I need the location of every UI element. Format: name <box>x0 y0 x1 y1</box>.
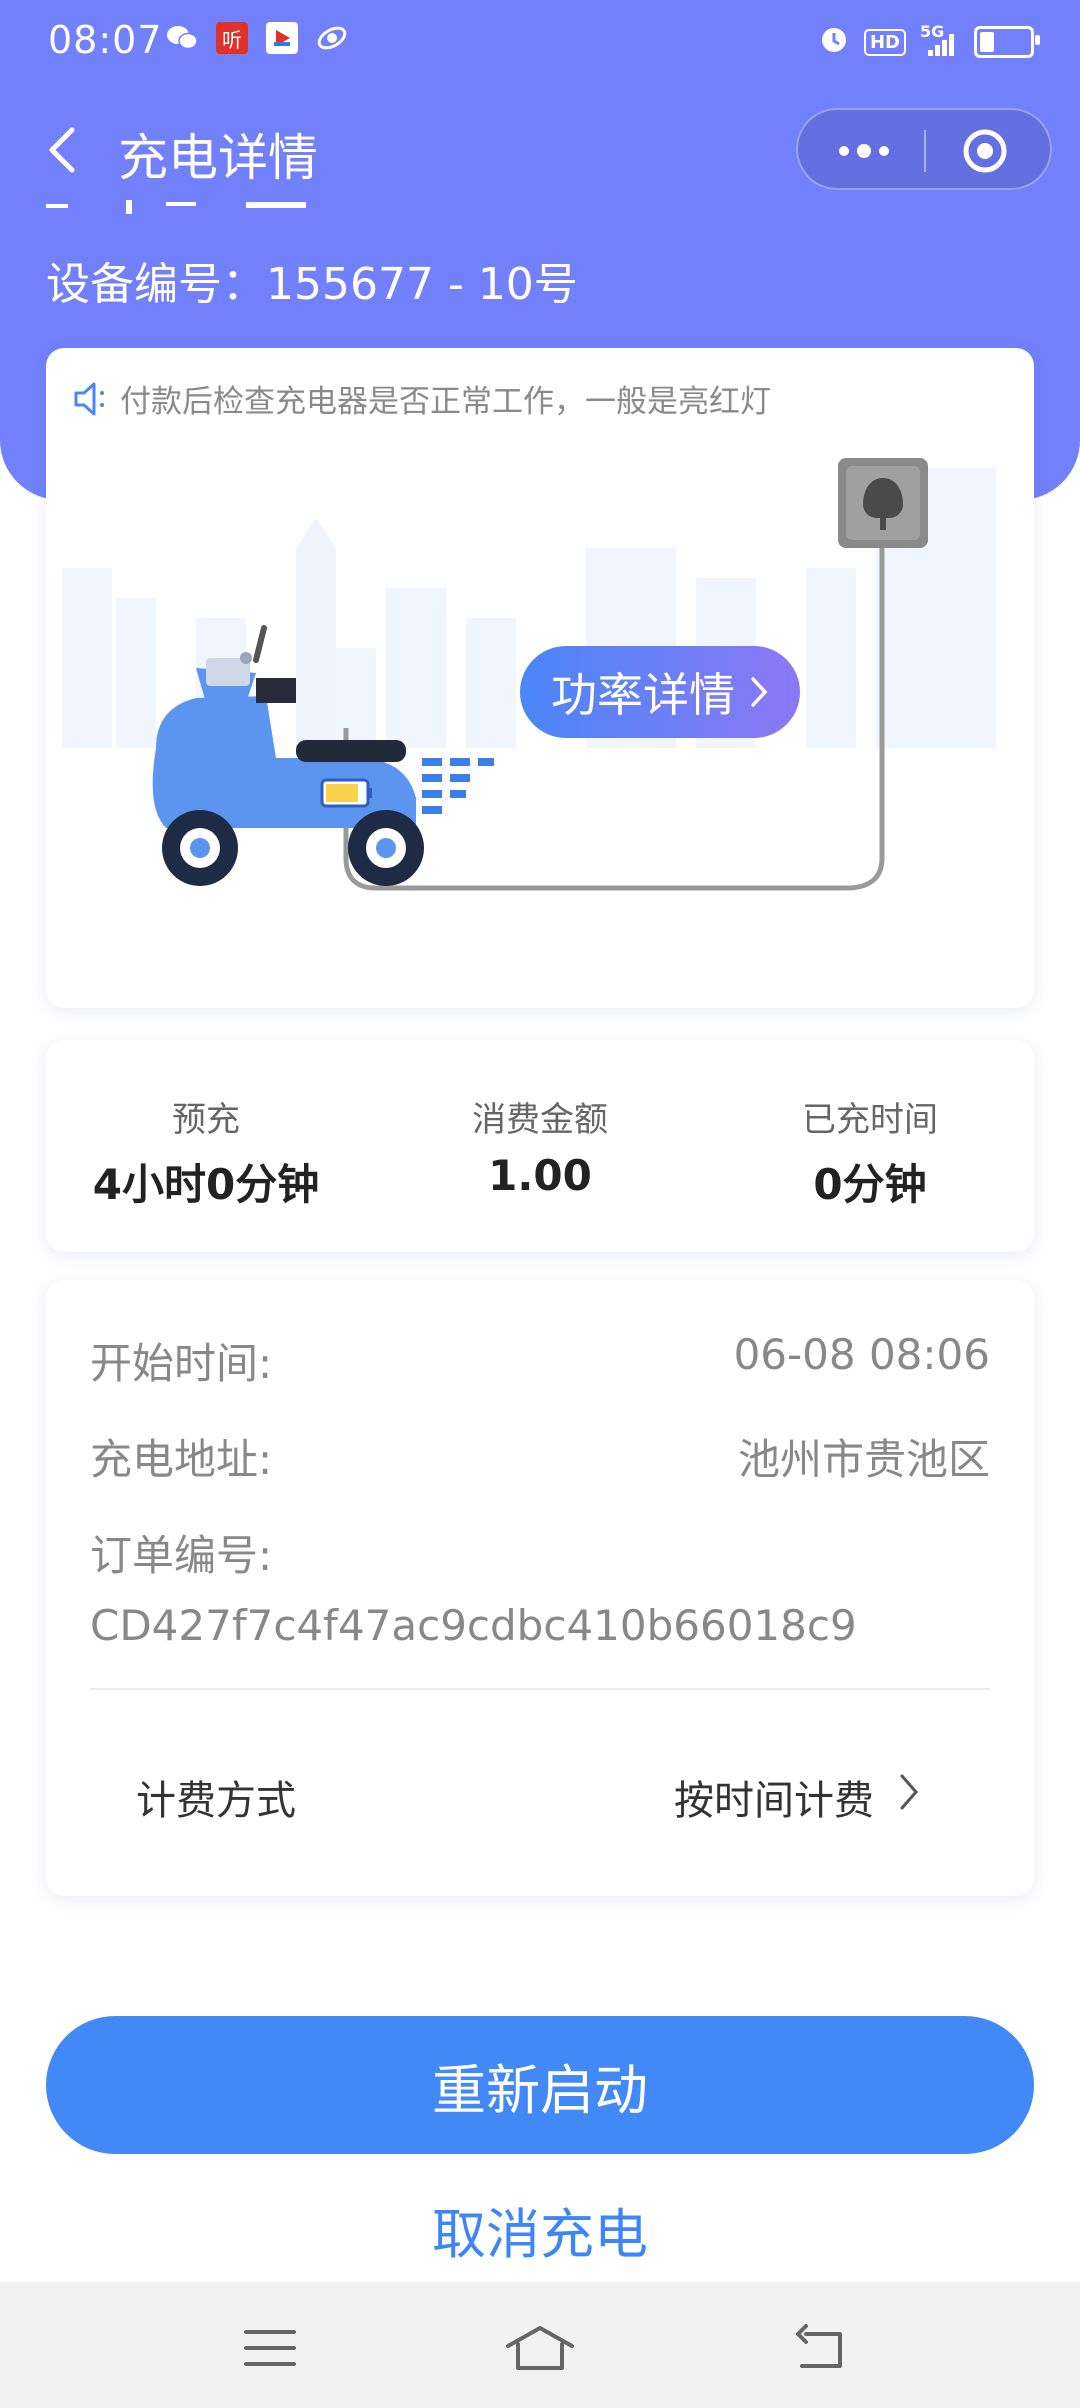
device-number: 设备编号：155677 - 10号 <box>46 259 578 310</box>
notice-bar: 付款后检查充电器是否正常工作，一般是亮红灯 <box>72 376 771 421</box>
chevron-left-icon <box>49 127 75 173</box>
speaker-icon <box>74 382 104 415</box>
address-value: 池州市贵池区 <box>737 1435 990 1484</box>
order-number-value: CD427f7c4f47ac9cdbc410b66018c9 <box>90 1601 857 1650</box>
chevron-right-icon <box>900 1774 918 1810</box>
back-button[interactable] <box>40 122 90 178</box>
system-navigation-bar <box>0 2282 1080 2408</box>
stat-charged-time: 已充时间 0分钟 <box>710 1092 1030 1212</box>
stat-label: 已充时间 <box>802 1100 938 1140</box>
alarm-icon <box>818 20 850 64</box>
stat-value: 0分钟 <box>813 1160 927 1209</box>
scrolled-off-text <box>46 198 376 214</box>
start-time-label: 开始时间: <box>90 1339 273 1388</box>
billing-label: 计费方式 <box>136 1778 296 1824</box>
5g-signal-icon: 5G <box>920 22 960 58</box>
divider <box>90 1688 990 1690</box>
page-title: 充电详情 <box>118 129 318 187</box>
more-button[interactable] <box>832 134 896 168</box>
chevron-right-icon <box>751 677 768 707</box>
stat-amount: 消费金额 1.00 <box>380 1092 700 1200</box>
listen-app-icon: 听 <box>216 22 248 54</box>
order-info-card: 开始时间: 06-08 08:06 充电地址: 池州市贵池区 订单编号: CD4… <box>46 1280 1034 1896</box>
hd-icon: HD <box>863 28 906 56</box>
notification-icons: 听 <box>166 22 348 54</box>
miniprogram-capsule <box>796 108 1052 190</box>
stat-label: 预充 <box>172 1100 240 1140</box>
stat-precharge: 预充 4小时0分钟 <box>46 1092 366 1212</box>
capsule-divider <box>924 130 926 172</box>
status-time: 08:07 <box>48 18 163 62</box>
target-icon <box>963 129 1007 173</box>
charging-stats-card: 预充 4小时0分钟 消费金额 1.00 已充时间 0分钟 <box>46 1040 1034 1252</box>
stat-value: 4小时0分钟 <box>92 1160 320 1209</box>
charging-illustration-card: 付款后检查充电器是否正常工作，一般是亮红灯 功率详情 <box>46 348 1034 1008</box>
order-number-label: 订单编号: <box>90 1531 273 1580</box>
battery-icon <box>974 26 1040 58</box>
restart-button[interactable]: 重新启动 <box>46 2016 1034 2154</box>
power-details-button[interactable]: 功率详情 <box>520 646 800 738</box>
back-nav-button[interactable] <box>790 2322 854 2374</box>
video-app-icon <box>266 22 298 54</box>
navigation-bar: 充电详情 <box>0 100 1080 200</box>
back-arrow-icon <box>796 2324 842 2368</box>
home-icon <box>506 2326 574 2370</box>
address-label: 充电地址: <box>90 1435 273 1484</box>
power-details-label: 功率详情 <box>551 668 735 722</box>
start-time-value: 06-08 08:06 <box>733 1330 990 1379</box>
menu-button[interactable] <box>238 2322 302 2374</box>
billing-value: 按时间计费 <box>674 1778 874 1824</box>
home-button[interactable] <box>504 2322 576 2374</box>
stat-label: 消费金额 <box>472 1100 608 1140</box>
order-number-row: 订单编号: CD427f7c4f47ac9cdbc410b66018c9 <box>90 1522 990 1650</box>
close-miniprogram-button[interactable] <box>962 128 1008 174</box>
menu-icon <box>244 2330 296 2366</box>
wechat-icon <box>166 22 198 54</box>
status-bar: 08:07 听 HD 5G <box>0 0 1080 84</box>
browser-app-icon <box>316 22 348 54</box>
notice-text: 付款后检查充电器是否正常工作，一般是亮红灯 <box>120 384 771 420</box>
more-dots-icon <box>839 144 889 158</box>
system-icons: HD 5G <box>818 20 1040 64</box>
start-time-row: 开始时间: 06-08 08:06 <box>90 1330 990 1391</box>
stat-value: 1.00 <box>488 1151 592 1200</box>
billing-method-row[interactable]: 计费方式 按时间计费 <box>136 1768 934 1826</box>
cancel-charging-button[interactable]: 取消充电 <box>0 2190 1080 2269</box>
address-row: 充电地址: 池州市贵池区 <box>90 1426 990 1487</box>
